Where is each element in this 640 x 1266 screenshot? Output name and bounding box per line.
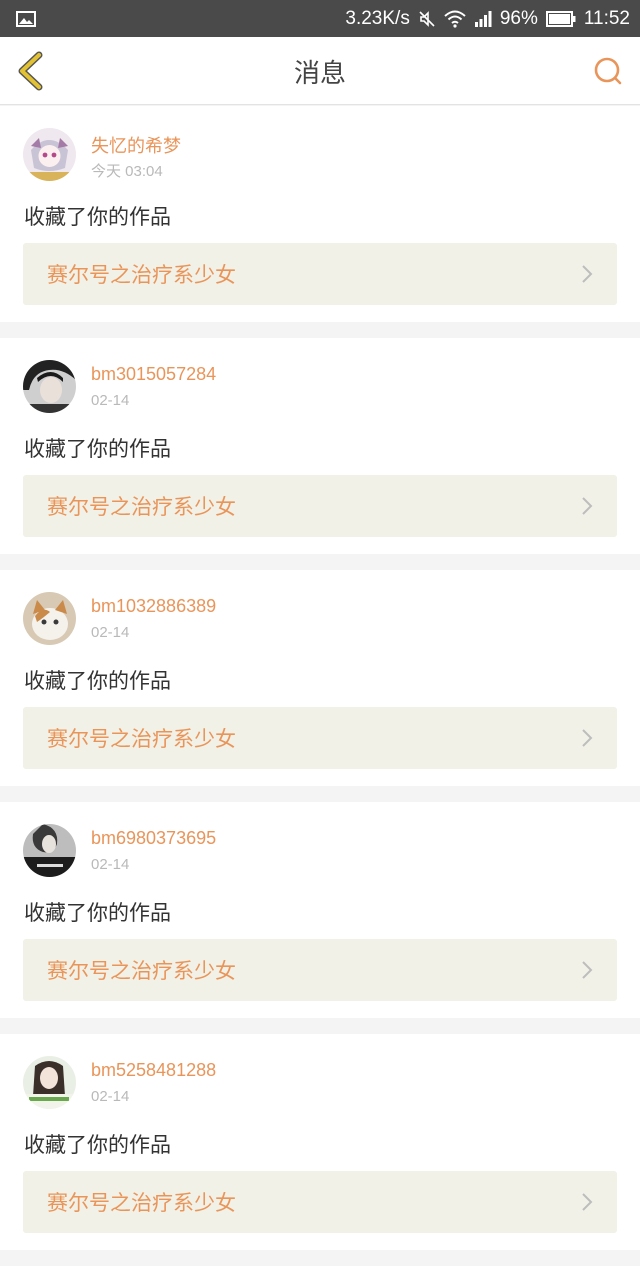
network-speed: 3.23K/s xyxy=(345,7,410,29)
mute-icon xyxy=(418,10,436,28)
avatar[interactable] xyxy=(23,824,76,877)
work-title: 赛尔号之治疗系少女 xyxy=(47,959,236,983)
message-time: 02-14 xyxy=(91,856,130,873)
back-arrow-icon xyxy=(18,51,43,91)
search-button[interactable] xyxy=(588,51,628,91)
work-link[interactable]: 赛尔号之治疗系少女 xyxy=(23,475,617,537)
clock: 11:52 xyxy=(583,7,630,29)
top-bar: 消息 xyxy=(0,37,640,105)
username[interactable]: bm3015057284 xyxy=(91,364,216,385)
avatar[interactable] xyxy=(23,360,76,413)
chevron-right-icon xyxy=(581,960,593,980)
message-time: 02-14 xyxy=(91,392,130,409)
page-title: 消息 xyxy=(293,58,346,89)
message-time: 02-14 xyxy=(91,1088,130,1105)
avatar[interactable] xyxy=(23,1056,76,1109)
battery-icon xyxy=(545,10,576,27)
action-text: 收藏了你的作品 xyxy=(24,205,171,229)
message-time: 02-14 xyxy=(91,624,130,641)
work-title: 赛尔号之治疗系少女 xyxy=(47,495,236,519)
chevron-right-icon xyxy=(581,728,593,748)
action-text: 收藏了你的作品 xyxy=(24,901,171,925)
work-link[interactable]: 赛尔号之治疗系少女 xyxy=(23,707,617,769)
gallery-notification-icon xyxy=(16,10,36,27)
wifi-icon xyxy=(444,10,466,28)
battery-percent: 96% xyxy=(499,7,538,29)
message-time: 今天 03:04 xyxy=(91,163,163,180)
chevron-right-icon xyxy=(581,264,593,284)
status-bar: 3.23K/s 96% 11:52 xyxy=(0,0,640,37)
work-title: 赛尔号之治疗系少女 xyxy=(47,727,236,751)
signal-icon xyxy=(474,10,492,27)
action-text: 收藏了你的作品 xyxy=(24,437,171,461)
username[interactable]: 失忆的希梦 xyxy=(91,132,181,158)
message-card: bm1032886389 02-14 收藏了你的作品 赛尔号之治疗系少女 xyxy=(0,570,640,786)
work-title: 赛尔号之治疗系少女 xyxy=(47,263,236,287)
work-link[interactable]: 赛尔号之治疗系少女 xyxy=(23,1171,617,1233)
avatar[interactable] xyxy=(23,592,76,645)
message-card: bm5258481288 02-14 收藏了你的作品 赛尔号之治疗系少女 xyxy=(0,1034,640,1250)
work-link[interactable]: 赛尔号之治疗系少女 xyxy=(23,243,617,305)
message-list: 失忆的希梦 今天 03:04 收藏了你的作品 赛尔号之治疗系少女 bm30150… xyxy=(0,106,640,1266)
message-card: bm6980373695 02-14 收藏了你的作品 赛尔号之治疗系少女 xyxy=(0,802,640,1018)
work-link[interactable]: 赛尔号之治疗系少女 xyxy=(23,939,617,1001)
avatar[interactable] xyxy=(23,128,76,181)
chevron-right-icon xyxy=(581,1192,593,1212)
action-text: 收藏了你的作品 xyxy=(24,1133,171,1157)
back-button[interactable] xyxy=(10,49,50,93)
username[interactable]: bm6980373695 xyxy=(91,828,216,849)
work-title: 赛尔号之治疗系少女 xyxy=(47,1191,236,1215)
search-icon xyxy=(594,57,622,85)
message-card: 失忆的希梦 今天 03:04 收藏了你的作品 赛尔号之治疗系少女 xyxy=(0,106,640,322)
message-card: bm3015057284 02-14 收藏了你的作品 赛尔号之治疗系少女 xyxy=(0,338,640,554)
action-text: 收藏了你的作品 xyxy=(24,669,171,693)
chevron-right-icon xyxy=(581,496,593,516)
username[interactable]: bm5258481288 xyxy=(91,1060,216,1081)
username[interactable]: bm1032886389 xyxy=(91,596,216,617)
